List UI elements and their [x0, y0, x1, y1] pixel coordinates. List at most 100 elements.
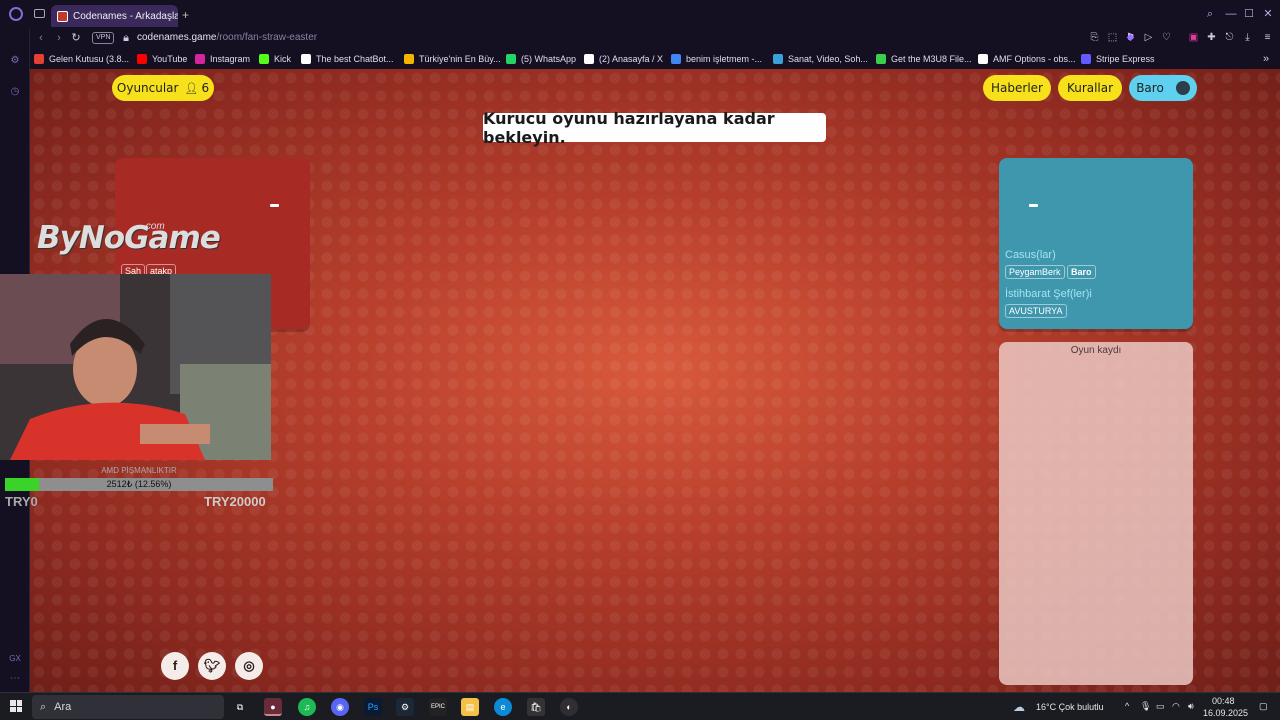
- weather-icon[interactable]: ☁: [1013, 700, 1025, 714]
- bookmark-item[interactable]: Instagram: [195, 52, 250, 66]
- tab-codenames[interactable]: Codenames - Arkadaşları: [51, 5, 178, 27]
- webcam-overlay: [0, 274, 271, 460]
- bookmarks-more-icon[interactable]: »: [1263, 53, 1269, 65]
- site-icon: [404, 54, 414, 64]
- menu-icon[interactable]: ≡: [1261, 31, 1274, 44]
- facebook-icon[interactable]: f: [161, 652, 189, 680]
- start-icon[interactable]: [10, 700, 22, 712]
- maximize-icon[interactable]: ☐: [1243, 8, 1255, 20]
- minimize-icon[interactable]: —: [1225, 8, 1237, 20]
- gx-icon[interactable]: GX: [9, 653, 21, 665]
- discord-icon[interactable]: ◉: [331, 698, 349, 716]
- clock-date[interactable]: 16.09.2025: [1203, 708, 1248, 718]
- bookmark-label: benim işletmem -...: [686, 54, 763, 64]
- github-icon: [978, 54, 988, 64]
- heart-icon[interactable]: ♡: [1160, 31, 1173, 44]
- instagram-icon[interactable]: ◎: [235, 652, 263, 680]
- bookmark-item[interactable]: Get the M3U8 File...: [876, 52, 972, 66]
- site-icon: [876, 54, 886, 64]
- url-field[interactable]: codenames.game/room/fan-straw-easter: [137, 31, 317, 45]
- user-menu-button[interactable]: Baro: [1129, 75, 1197, 101]
- bookmark-item[interactable]: AMF Options - obs...: [978, 52, 1076, 66]
- kick-icon: [259, 54, 269, 64]
- avatar-icon: [1175, 81, 1190, 95]
- players-button[interactable]: Oyuncular 👤︎ 6: [112, 75, 214, 101]
- reload-icon[interactable]: ↻: [69, 31, 83, 45]
- operative-chip[interactable]: PeygamBerk: [1005, 265, 1065, 279]
- bookmark-label: Kick: [274, 54, 292, 64]
- shield-icon[interactable]: ◆: [1124, 31, 1137, 44]
- news-button[interactable]: Haberler: [983, 75, 1051, 101]
- file-explorer-icon[interactable]: ▤: [461, 698, 479, 716]
- search-tabs-icon[interactable]: ⌕: [1204, 8, 1216, 20]
- bookmark-item[interactable]: YouTube: [137, 52, 187, 66]
- epic-games-icon[interactable]: EPIC: [429, 698, 447, 716]
- player-icon[interactable]: ▷: [1142, 31, 1155, 44]
- bookmark-item[interactable]: benim işletmem -...: [671, 52, 762, 66]
- download-icon[interactable]: ⤓: [1241, 31, 1254, 44]
- extension-icon[interactable]: ▣: [1187, 31, 1200, 44]
- bookmark-item[interactable]: Kick: [259, 52, 291, 66]
- weather-text[interactable]: 16°C Çok bulutlu: [1036, 702, 1104, 712]
- bookmark-item[interactable]: Sanat, Video, Soh...: [773, 52, 868, 66]
- bookmark-label: YouTube: [152, 54, 188, 64]
- operatives-label: Casus(lar): [1005, 249, 1056, 261]
- browser-tab-bar: Codenames - Arkadaşları + ⌕ — ☐ ✕: [0, 0, 1280, 29]
- twitter-icon[interactable]: 🐦︎: [198, 652, 226, 680]
- store-icon[interactable]: 🛍︎: [527, 698, 545, 716]
- x-icon: [584, 54, 594, 64]
- rules-button[interactable]: Kurallar: [1058, 75, 1122, 101]
- vpn-badge[interactable]: VPN: [92, 32, 115, 44]
- bookmark-item[interactable]: The best ChatBot...: [301, 52, 394, 66]
- stripe-icon: [1081, 54, 1091, 64]
- back-icon[interactable]: ‹: [34, 31, 48, 45]
- opera-gx-app-icon[interactable]: ●: [264, 698, 282, 716]
- wifi-icon[interactable]: ◠: [1172, 701, 1180, 712]
- spotify-icon[interactable]: ♫: [298, 698, 316, 716]
- share-icon[interactable]: ⎋: [1223, 31, 1236, 44]
- close-icon[interactable]: ✕: [1262, 8, 1274, 20]
- spymasters-label: İstihbarat Şef(ler)i: [1005, 288, 1092, 300]
- donation-goal-title: AMD PİŞMANLIKTIR: [101, 466, 177, 475]
- download-page-icon[interactable]: ⎘: [1088, 31, 1101, 44]
- mic-icon[interactable]: 🎙︎: [1140, 701, 1151, 712]
- notification-icon[interactable]: ▢: [1259, 701, 1268, 712]
- volume-icon[interactable]: 🔊︎: [1188, 701, 1194, 712]
- tray-chevron-icon[interactable]: ^: [1125, 701, 1129, 711]
- bookmark-item[interactable]: Gelen Kutusu (3.8...: [34, 52, 129, 66]
- obs-icon[interactable]: ◐: [560, 698, 578, 716]
- bookmark-label: (2) Anasayfa / X: [599, 54, 664, 64]
- photoshop-icon[interactable]: Ps: [364, 698, 382, 716]
- more-icon[interactable]: ⋯: [9, 673, 21, 685]
- edge-icon[interactable]: e: [494, 698, 512, 716]
- opera-logo-icon[interactable]: [9, 7, 23, 21]
- bookmark-label: Stripe Express: [1096, 54, 1155, 64]
- aria-icon[interactable]: ⚙: [9, 55, 21, 67]
- new-tab-button[interactable]: +: [182, 8, 189, 22]
- game-log-panel[interactable]: Oyun kaydı: [999, 342, 1193, 685]
- bookmark-item[interactable]: (2) Anasayfa / X: [584, 52, 663, 66]
- task-view-icon[interactable]: ⧉: [231, 698, 249, 716]
- search-icon: ⌕: [40, 700, 47, 713]
- lock-icon[interactable]: 🔒︎: [119, 31, 133, 45]
- tab-island-icon[interactable]: [34, 9, 45, 18]
- goal-min: TRY0: [5, 494, 38, 509]
- webcam-figure-image: [0, 274, 271, 460]
- puzzle-icon[interactable]: ✚: [1205, 31, 1218, 44]
- spymaster-chip[interactable]: AVUSTURYA: [1005, 304, 1067, 318]
- bookmark-item[interactable]: Stripe Express: [1081, 52, 1155, 66]
- history-icon[interactable]: ◷: [9, 86, 21, 98]
- waiting-banner: Kurucu oyunu hazırlayana kadar bekleyin.: [483, 109, 826, 147]
- clock-time[interactable]: 00:48: [1212, 696, 1235, 706]
- network-icon[interactable]: ▭: [1156, 701, 1165, 712]
- forward-icon[interactable]: ›: [52, 31, 66, 45]
- site-icon: [773, 54, 783, 64]
- snapshot-icon[interactable]: ⬚: [1106, 31, 1119, 44]
- players-count: 6: [201, 81, 210, 95]
- steam-icon[interactable]: ⚙: [396, 698, 414, 716]
- bookmark-item[interactable]: Türkiye'nin En Büy...: [404, 52, 501, 66]
- operative-chip[interactable]: Baro: [1067, 265, 1096, 279]
- bookmark-item[interactable]: (5) WhatsApp: [506, 52, 576, 66]
- bookmark-label: Gelen Kutusu (3.8...: [49, 54, 130, 64]
- taskbar-search-input[interactable]: ⌕ Ara: [32, 695, 224, 719]
